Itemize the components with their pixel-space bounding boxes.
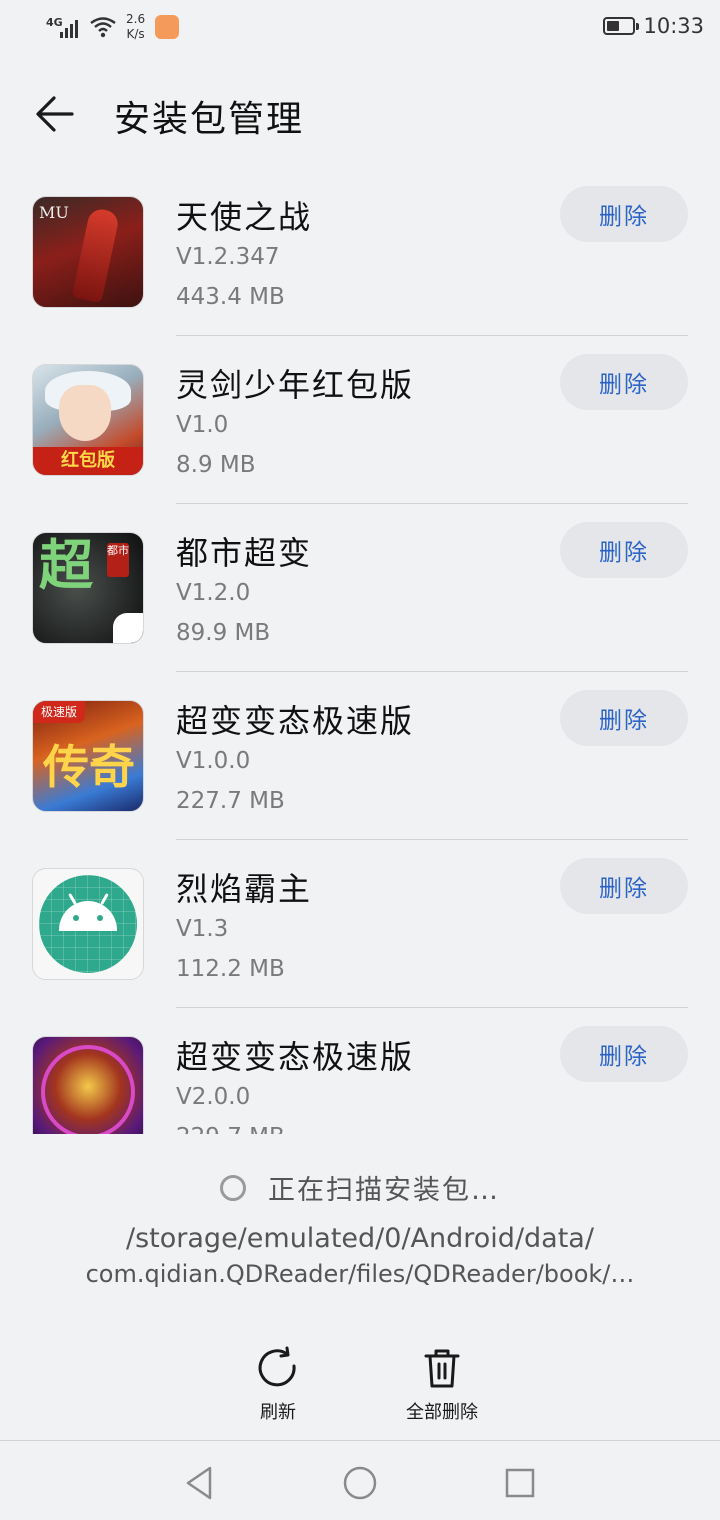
package-name: 超变变态极速版 [176,1038,415,1076]
game-icon-lingjian: 红包版 [32,364,144,476]
package-name: 都市超变 [176,534,313,572]
package-version: V1.0 [176,412,229,438]
package-version: V1.2.347 [176,244,280,270]
game-icon-chuanqi: 极速版 传奇 [32,700,144,812]
nav-home-icon[interactable] [340,1463,380,1503]
list-item: 超变变态极速版 V2.0.0 229.7 MB 删除 [0,1008,720,1134]
game-icon-tianshi: MU [32,196,144,308]
system-nav-bar [0,1440,720,1520]
back-arrow-icon[interactable] [30,88,82,140]
package-version: V1.0.0 [176,748,251,774]
package-name: 天使之战 [176,198,313,236]
package-size: 89.9 MB [176,620,271,646]
icon-text: 超 [39,533,93,597]
package-size: 8.9 MB [176,452,256,478]
list-item: 红包版 灵剑少年红包版 V1.0 8.9 MB 删除 [0,336,720,504]
icon-text: 传奇 [43,740,135,794]
refresh-button[interactable]: 刷新 [218,1344,338,1424]
list-item: 超 都市 都市超变 V1.2.0 89.9 MB 删除 [0,504,720,672]
game-icon-chaobian2 [32,1036,144,1134]
nav-recents-icon[interactable] [500,1463,540,1503]
package-name: 烈焰霸主 [176,870,313,908]
scan-path-line2: com.qidian.QDReader/files/QDReader/book/… [85,1260,635,1288]
clock: 10:33 [643,14,704,38]
bottom-actions: 刷新 全部删除 [0,1344,720,1424]
wifi-icon [90,17,116,38]
delete-button[interactable]: 删除 [560,1026,688,1082]
delete-button[interactable]: 删除 [560,354,688,410]
notification-app-icon [155,15,180,39]
icon-banner-text: 红包版 [33,447,143,475]
status-bar: 4G 2.6 K/s 10:33 [0,0,720,56]
delete-button[interactable]: 删除 [560,690,688,746]
loading-spinner-icon [220,1174,246,1201]
scan-status: 正在扫描安装包… /storage/emulated/0/Android/dat… [0,1168,720,1288]
signal-icon: 4G [46,14,80,40]
icon-tag-text: 极速版 [33,701,85,723]
game-icon-dushi: 超 都市 [32,532,144,644]
package-version: V1.3 [176,916,229,942]
trash-icon [424,1349,460,1388]
package-size: 227.7 MB [176,788,285,814]
package-version: V1.2.0 [176,580,251,606]
refresh-icon [258,1346,296,1387]
delete-all-button[interactable]: 全部删除 [382,1344,502,1424]
package-size: 443.4 MB [176,284,285,310]
list-item: MU 天使之战 V1.2.347 443.4 MB 删除 [0,168,720,336]
package-version: V2.0.0 [176,1084,251,1110]
scan-path-line1: /storage/emulated/0/Android/data/ [126,1223,594,1254]
app-header: 安装包管理 [0,70,720,156]
package-name: 灵剑少年红包版 [176,366,415,404]
scan-status-text: 正在扫描安装包… [268,1175,500,1206]
package-list[interactable]: MU 天使之战 V1.2.347 443.4 MB 删除 红包版 灵剑少年红包版… [0,168,720,1134]
network-speed: 2.6 K/s [126,12,146,41]
delete-button[interactable]: 删除 [560,858,688,914]
package-name: 超变变态极速版 [176,702,415,740]
network-type: 4G [46,16,63,29]
nav-back-icon[interactable] [180,1463,220,1503]
package-size: 112.2 MB [176,956,285,982]
list-item: 烈焰霸主 V1.3 112.2 MB 删除 [0,840,720,1008]
battery-icon [603,17,640,35]
package-size: 229.7 MB [176,1124,285,1134]
delete-all-label: 全部删除 [406,1402,478,1423]
list-item: 极速版 传奇 超变变态极速版 V1.0.0 227.7 MB 删除 [0,672,720,840]
android-icon [32,868,144,980]
refresh-label: 刷新 [260,1402,296,1423]
page-title: 安装包管理 [114,99,305,140]
delete-button[interactable]: 删除 [560,522,688,578]
delete-button[interactable]: 删除 [560,186,688,242]
